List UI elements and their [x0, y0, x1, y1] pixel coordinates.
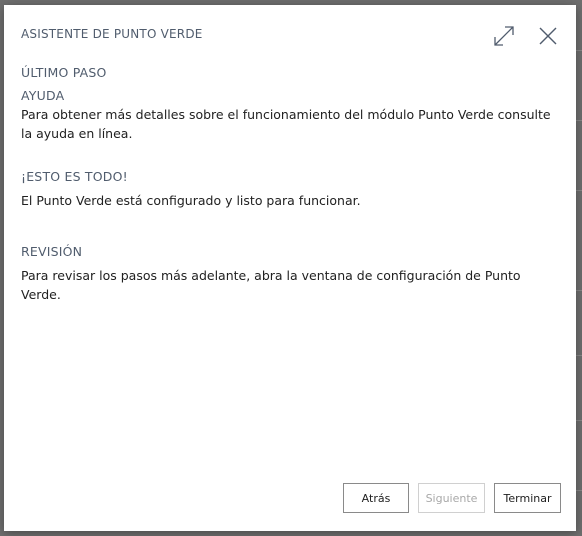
help-text: Para obtener más detalles sobre el funci…: [21, 107, 551, 141]
dialog-title: ASISTENTE DE PUNTO VERDE: [21, 27, 203, 41]
back-button[interactable]: Atrás: [343, 483, 409, 513]
close-button[interactable]: [535, 23, 561, 49]
done-heading: ¡ESTO ES TODO!: [21, 169, 128, 184]
review-text: Para revisar los pasos más adelante, abr…: [21, 268, 521, 302]
help-heading: AYUDA: [21, 88, 65, 103]
done-text: El Punto Verde está configurado y listo …: [21, 193, 361, 208]
finish-button[interactable]: Terminar: [494, 483, 561, 513]
review-heading: REVISIÓN: [21, 244, 83, 259]
wizard-footer: Atrás Siguiente Terminar: [343, 483, 561, 513]
expand-button[interactable]: [491, 23, 517, 49]
next-button[interactable]: Siguiente: [418, 483, 485, 513]
step-heading: ÚLTIMO PASO: [21, 65, 107, 80]
expand-icon: [492, 24, 516, 48]
wizard-content: ÚLTIMO PASO AYUDA Para obtener más detal…: [21, 64, 562, 304]
close-icon: [537, 25, 559, 47]
wizard-dialog: ASISTENTE DE PUNTO VERDE ÚLTIMO PASO AYU…: [4, 5, 576, 531]
